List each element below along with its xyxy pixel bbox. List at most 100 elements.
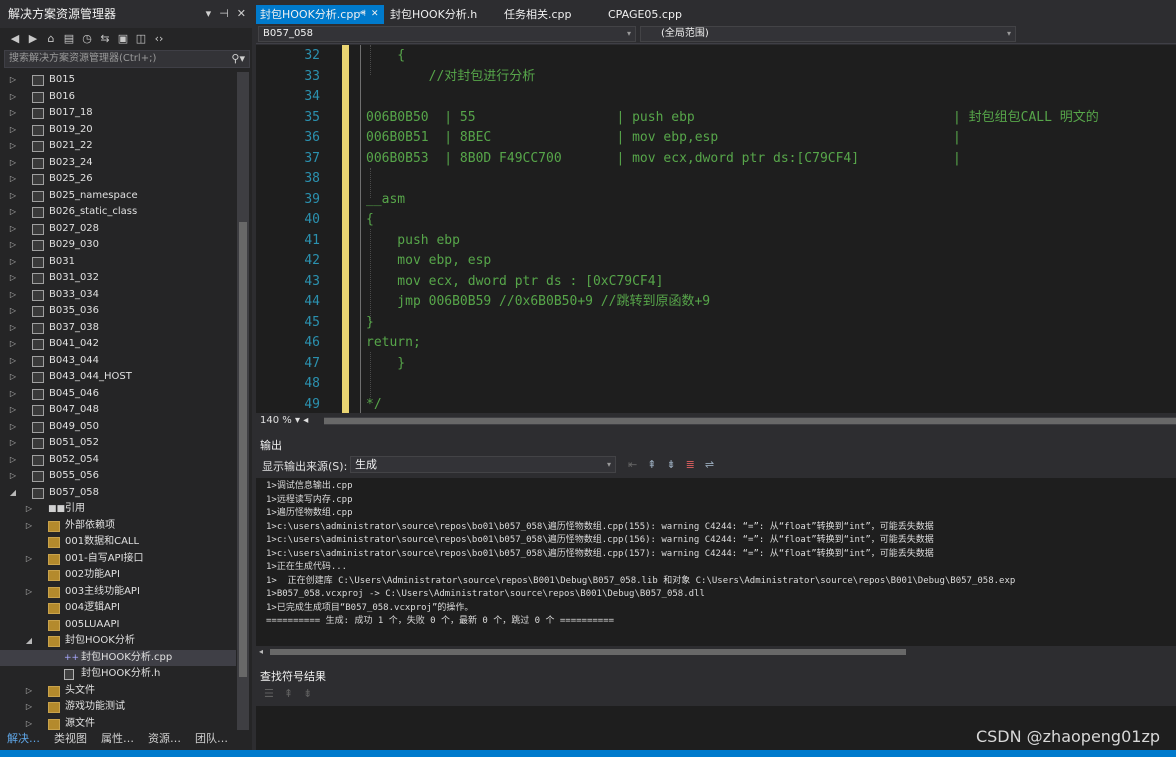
dropdown-icon[interactable]: ▾ (206, 0, 212, 28)
tree-item[interactable]: ▷ 源文件 (0, 716, 236, 731)
close-icon[interactable]: ✕ (371, 5, 379, 24)
expand-arrow-icon[interactable]: ▷ (8, 287, 18, 304)
tab-packet-hook-h[interactable]: 封包HOOK分析.h (386, 5, 496, 24)
scope-dropdown[interactable]: (全局范围) ▾ (640, 26, 1016, 42)
expand-arrow-icon[interactable]: ▷ (8, 204, 18, 221)
expand-arrow-icon[interactable]: ▷ (8, 155, 18, 172)
tree-item[interactable]: ▷ B026_static_class (0, 204, 236, 221)
tree-item[interactable]: ◢ 封包HOOK分析 (0, 633, 236, 650)
tree-item[interactable]: ▷ B041_042 (0, 336, 236, 353)
solution-explorer-search[interactable]: 搜索解决方案资源管理器(Ctrl+;) ⚲▾ (4, 50, 250, 68)
find-message-icon[interactable]: ⇤ (628, 457, 637, 473)
output-source-dropdown[interactable]: 生成 ▾ (350, 456, 616, 473)
sync-icon[interactable]: ⇆ (98, 32, 112, 45)
list-view-icon[interactable]: ☰ (264, 687, 274, 700)
search-input[interactable]: 搜索解决方案资源管理器(Ctrl+;) (9, 53, 156, 64)
tree-item[interactable]: ▷ 头文件 (0, 683, 236, 700)
expand-arrow-icon[interactable]: ▷ (8, 386, 18, 403)
tree-item[interactable]: ▷ B051_052 (0, 435, 236, 452)
expand-arrow-icon[interactable]: ▷ (24, 683, 34, 700)
expand-arrow-icon[interactable]: ▷ (8, 320, 18, 337)
tree-item[interactable]: ▷ B017_18 (0, 105, 236, 122)
tree-item[interactable]: ▷ B033_034 (0, 287, 236, 304)
tree-item[interactable]: ▷ B052_054 (0, 452, 236, 469)
home-icon[interactable]: ⌂ (44, 32, 58, 45)
code-view-icon[interactable]: ‹› (152, 32, 166, 45)
tree-item[interactable]: ▷ B031 (0, 254, 236, 271)
expand-arrow-icon[interactable]: ▷ (8, 221, 18, 238)
expand-arrow-icon[interactable]: ▷ (8, 188, 18, 205)
expand-arrow-icon[interactable]: ▷ (8, 419, 18, 436)
expand-arrow-icon[interactable]: ▷ (8, 435, 18, 452)
tree-item[interactable]: ▷ B029_030 (0, 237, 236, 254)
switch-views-icon[interactable]: ▤ (62, 32, 76, 45)
tab-solution-explorer[interactable]: 解决… (0, 729, 47, 749)
tree-item[interactable]: 004逻辑API (0, 600, 236, 617)
scroll-left-icon[interactable]: ◂ (303, 415, 308, 426)
tree-item[interactable]: ▷ 001-自写API接口 (0, 551, 236, 568)
expand-arrow-icon[interactable]: ▷ (24, 699, 34, 716)
pin-icon[interactable]: ⊣ (358, 5, 366, 24)
scrollbar-thumb[interactable] (270, 649, 906, 655)
tree-item[interactable]: ▷ ■■ 引用 (0, 501, 236, 518)
expand-arrow-icon[interactable]: ▷ (24, 551, 34, 568)
expand-arrow-icon[interactable]: ▷ (8, 171, 18, 188)
collapse-all-icon[interactable]: ▣ (116, 32, 130, 45)
tree-item[interactable]: ▷ B035_036 (0, 303, 236, 320)
expand-arrow-icon[interactable]: ▷ (8, 468, 18, 485)
output-horizontal-scrollbar[interactable]: ◂ (256, 646, 1176, 658)
prev-message-icon[interactable]: ⇞ (647, 457, 656, 473)
expand-arrow-icon[interactable]: ▷ (8, 336, 18, 353)
expand-arrow-icon[interactable]: ▷ (8, 254, 18, 271)
expand-arrow-icon[interactable]: ▷ (24, 501, 34, 518)
scrollbar-thumb[interactable] (239, 222, 247, 677)
editor-horizontal-scrollbar[interactable] (324, 417, 1176, 425)
tree-item[interactable]: 002功能API (0, 567, 236, 584)
tree-item[interactable]: ▷ B047_048 (0, 402, 236, 419)
tree-item[interactable]: 封包HOOK分析.h (0, 666, 236, 683)
expand-arrow-icon[interactable]: ▷ (8, 122, 18, 139)
close-icon[interactable]: ✕ (237, 0, 246, 28)
tab-team-explorer[interactable]: 团队… (188, 729, 235, 749)
expand-arrow-icon[interactable]: ▷ (8, 353, 18, 370)
expand-arrow-icon[interactable]: ▷ (24, 518, 34, 535)
tree-item[interactable]: ▷ B025_26 (0, 171, 236, 188)
tree-item[interactable]: ▷ B049_050 (0, 419, 236, 436)
expand-arrow-icon[interactable]: ▷ (8, 89, 18, 106)
search-icon[interactable]: ⚲▾ (231, 51, 245, 67)
clear-all-icon[interactable]: ≣ (686, 457, 695, 473)
prev-result-icon[interactable]: ⇞ (284, 687, 293, 700)
collapse-arrow-icon[interactable]: ◢ (24, 633, 34, 650)
collapse-arrow-icon[interactable]: ◢ (8, 485, 18, 502)
scrollbar-thumb[interactable] (324, 418, 1176, 424)
tree-item[interactable]: 005LUAAPI (0, 617, 236, 634)
back-icon[interactable]: ◀ (8, 32, 22, 45)
expand-arrow-icon[interactable]: ▷ (8, 237, 18, 254)
tree-item[interactable]: ▷ B016 (0, 89, 236, 106)
tree-item[interactable]: ▷ B027_028 (0, 221, 236, 238)
solution-explorer-scrollbar[interactable] (237, 72, 249, 730)
tab-class-view[interactable]: 类视图 (47, 729, 94, 749)
expand-arrow-icon[interactable]: ▷ (8, 72, 18, 89)
next-message-icon[interactable]: ⇟ (666, 457, 675, 473)
tree-item[interactable]: ▷ B043_044_HOST (0, 369, 236, 386)
tree-item[interactable]: ▷ 游戏功能测试 (0, 699, 236, 716)
show-all-files-icon[interactable]: ◫ (134, 32, 148, 45)
expand-arrow-icon[interactable]: ▷ (8, 105, 18, 122)
tab-packet-hook-cpp[interactable]: 封包HOOK分析.cpp* ⊣ ✕ (256, 5, 384, 24)
project-dropdown[interactable]: B057_058 ▾ (258, 26, 636, 42)
tree-item[interactable]: 001数据和CALL (0, 534, 236, 551)
tree-item[interactable]: ++ 封包HOOK分析.cpp (0, 649, 236, 666)
expand-arrow-icon[interactable]: ▷ (8, 402, 18, 419)
expand-arrow-icon[interactable]: ▷ (8, 138, 18, 155)
tree-item[interactable]: ▷ B021_22 (0, 138, 236, 155)
word-wrap-icon[interactable]: ⇌ (705, 457, 714, 473)
tab-task-cpp[interactable]: 任务相关.cpp (500, 5, 600, 24)
tree-item[interactable]: ▷ B055_056 (0, 468, 236, 485)
tree-item[interactable]: ▷ B031_032 (0, 270, 236, 287)
expand-arrow-icon[interactable]: ▷ (8, 303, 18, 320)
tree-item[interactable]: ▷ B025_namespace (0, 188, 236, 205)
tab-resource-view[interactable]: 资源… (141, 729, 188, 749)
expand-arrow-icon[interactable]: ▷ (24, 716, 34, 731)
expand-arrow-icon[interactable]: ▷ (24, 584, 34, 601)
